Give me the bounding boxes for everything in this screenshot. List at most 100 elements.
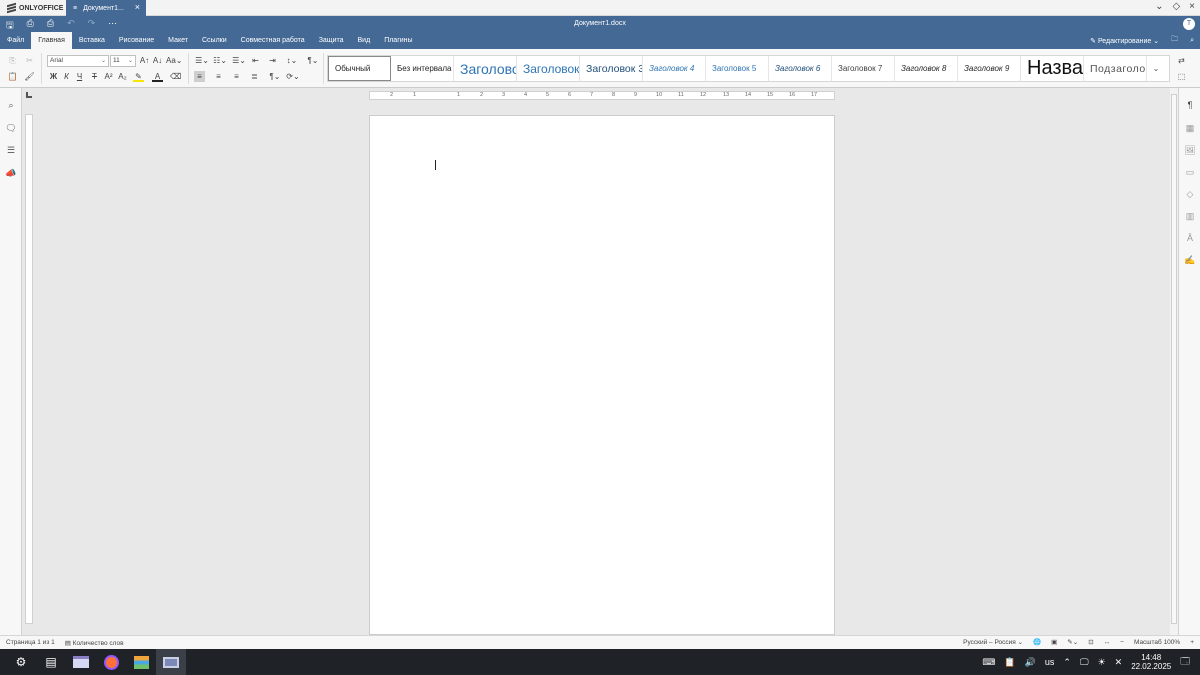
zoom-in-icon[interactable]: + bbox=[1190, 639, 1194, 646]
style-normal[interactable]: Обычный bbox=[328, 56, 391, 81]
paragraph-settings-icon[interactable]: ¶ bbox=[1184, 100, 1196, 112]
style-heading-1[interactable]: Заголовок 1 bbox=[454, 56, 517, 81]
style-heading-6[interactable]: Заголовок 6 bbox=[769, 56, 832, 81]
notifications-icon[interactable]: 🗔 bbox=[1180, 654, 1190, 670]
horizontal-ruler[interactable]: 2 1 1 2 3 4 5 6 7 8 9 10 11 12 13 14 15 16 17 bbox=[369, 91, 835, 100]
style-heading-9[interactable]: Заголовок 9 bbox=[958, 56, 1021, 81]
highlight-color-icon[interactable]: ✎ bbox=[133, 71, 144, 82]
keyboard-layout[interactable]: us bbox=[1045, 657, 1055, 667]
zoom-out-icon[interactable]: − bbox=[1120, 639, 1124, 646]
track-changes-icon[interactable]: ✎⌄ bbox=[1067, 638, 1078, 646]
show-desktop-icon[interactable]: ▤ bbox=[36, 649, 66, 675]
spellcheck-icon[interactable]: ▣ bbox=[1051, 638, 1057, 646]
strikethrough-icon[interactable]: Т bbox=[89, 71, 100, 82]
editing-mode-button[interactable]: ✎ Редактирование ⌄ bbox=[1090, 37, 1159, 45]
ribbon-tab[interactable]: Защита bbox=[312, 32, 351, 49]
onlyoffice-home-tab[interactable]: ONLYOFFICE bbox=[0, 0, 65, 16]
start-menu-icon[interactable]: ⚙ bbox=[6, 649, 36, 675]
fit-page-icon[interactable]: ⊡ bbox=[1088, 638, 1093, 646]
hamburger-icon[interactable]: ≡ bbox=[73, 5, 77, 12]
align-right-icon[interactable]: ≡ bbox=[231, 71, 242, 82]
close-tab-icon[interactable]: × bbox=[135, 2, 140, 12]
style-heading-7[interactable]: Заголовок 7 bbox=[832, 56, 895, 81]
close-window-icon[interactable]: × bbox=[1189, 1, 1195, 12]
ribbon-tab[interactable]: Совместная работа bbox=[234, 32, 312, 49]
onlyoffice-taskbar-icon[interactable] bbox=[156, 649, 186, 675]
document-page[interactable] bbox=[369, 115, 835, 635]
chart-settings-icon[interactable]: ▥ bbox=[1184, 211, 1196, 223]
navigation-icon[interactable]: ☰ bbox=[5, 145, 17, 157]
align-center-icon[interactable]: ≡ bbox=[213, 71, 224, 82]
keyboard-icon[interactable]: ⌨ bbox=[982, 657, 995, 668]
style-title[interactable]: Название bbox=[1021, 56, 1084, 81]
font-name-select[interactable]: Arial ⌄ bbox=[47, 55, 109, 67]
clipboard-icon[interactable]: 📋 bbox=[1004, 657, 1015, 668]
bullet-list-icon[interactable]: ☰⌄ bbox=[195, 55, 209, 66]
ribbon-tab[interactable]: Вид bbox=[351, 32, 378, 49]
comments-icon[interactable]: 🗨 bbox=[5, 123, 17, 135]
paste-icon[interactable]: 📋 bbox=[7, 71, 18, 82]
style-heading-8[interactable]: Заголовок 8 bbox=[895, 56, 958, 81]
select-all-icon[interactable]: ⬚ bbox=[1176, 71, 1187, 82]
vertical-ruler-track[interactable] bbox=[25, 114, 33, 624]
file-manager-icon[interactable] bbox=[66, 649, 96, 675]
style-heading-4[interactable]: Заголовок 4 bbox=[643, 56, 706, 81]
styles-more-icon[interactable]: ⌄ bbox=[1147, 56, 1165, 81]
ribbon-tab[interactable]: Плагины bbox=[377, 32, 419, 49]
subscript-icon[interactable]: A₂ bbox=[117, 71, 128, 82]
scrollbar-thumb[interactable] bbox=[1171, 94, 1177, 624]
image-settings-icon[interactable]: 🖼 bbox=[1184, 145, 1196, 157]
open-file-location-icon[interactable]: 🗀 bbox=[1171, 35, 1178, 46]
clock[interactable]: 14:48 22.02.2025 bbox=[1131, 653, 1171, 671]
underline-icon[interactable]: Ч bbox=[74, 71, 85, 82]
ribbon-tab[interactable]: Макет bbox=[161, 32, 195, 49]
superscript-icon[interactable]: A² bbox=[103, 71, 114, 82]
multilevel-list-icon[interactable]: ☰⌄ bbox=[231, 55, 247, 66]
numbered-list-icon[interactable]: ☷⌄ bbox=[213, 55, 227, 66]
increase-indent-icon[interactable]: ⇥ bbox=[267, 55, 278, 66]
zoom-level[interactable]: Масштаб 100% bbox=[1134, 639, 1180, 646]
volume-icon[interactable]: 🔊 bbox=[1025, 657, 1036, 668]
text-art-settings-icon[interactable]: Ā bbox=[1184, 233, 1196, 245]
copy-icon[interactable]: ⎘ bbox=[7, 55, 18, 66]
user-avatar[interactable]: Т bbox=[1183, 18, 1195, 30]
firefox-icon[interactable] bbox=[96, 649, 126, 675]
shape-settings-icon[interactable]: ◇ bbox=[1184, 189, 1196, 201]
style-heading-5[interactable]: Заголовок 5 bbox=[706, 56, 769, 81]
search-icon[interactable]: ⌕ bbox=[1190, 37, 1194, 45]
signature-settings-icon[interactable]: ✍ bbox=[1184, 255, 1196, 267]
ribbon-tab[interactable]: Главная bbox=[31, 32, 72, 49]
tab-stop-selector[interactable] bbox=[26, 92, 32, 98]
font-color-icon[interactable]: A bbox=[152, 71, 163, 82]
style-subtitle[interactable]: Подзаголовок bbox=[1084, 56, 1147, 81]
replace-icon[interactable]: ⇄ bbox=[1176, 55, 1187, 66]
paragraph-marks-icon[interactable]: ¶⌄ bbox=[268, 71, 282, 82]
document-language-icon[interactable]: 🌐 bbox=[1033, 638, 1041, 646]
restore-icon[interactable]: ◇ bbox=[1172, 1, 1180, 12]
ribbon-tab[interactable]: Файл bbox=[0, 32, 31, 49]
search-icon[interactable]: ⌕ bbox=[5, 100, 17, 112]
table-settings-icon[interactable]: ▦ bbox=[1184, 123, 1196, 135]
change-case-icon[interactable]: Aa⌄ bbox=[166, 55, 183, 66]
style-heading-3[interactable]: Заголовок 3 bbox=[580, 56, 643, 81]
minimize-icon[interactable]: ⌄ bbox=[1155, 1, 1163, 12]
layers-app-icon[interactable] bbox=[126, 649, 156, 675]
tray-expand-icon[interactable]: ⌃ bbox=[1063, 657, 1071, 668]
nonprinting-characters-icon[interactable]: ¶⌄ bbox=[305, 55, 321, 66]
word-count-button[interactable]: ▤ Количество слов bbox=[65, 639, 124, 647]
header-footer-settings-icon[interactable]: ▭ bbox=[1184, 167, 1196, 179]
ribbon-tab[interactable]: Вставка bbox=[72, 32, 112, 49]
cut-icon[interactable]: ✂ bbox=[24, 55, 35, 66]
language-select[interactable]: Русский – Россия ⌄ bbox=[963, 638, 1023, 646]
document-tab[interactable]: ≡ Документ1... × bbox=[66, 0, 146, 16]
page-info[interactable]: Страница 1 из 1 bbox=[6, 639, 55, 647]
bold-icon[interactable]: Ж bbox=[48, 71, 59, 82]
brightness-icon[interactable]: ☀ bbox=[1098, 657, 1106, 668]
fit-width-icon[interactable]: ↔ bbox=[1104, 639, 1111, 646]
line-spacing-icon[interactable]: ↕⌄ bbox=[285, 55, 299, 66]
increase-font-icon[interactable]: A↑ bbox=[139, 55, 150, 66]
clear-style-icon[interactable]: ⌫ bbox=[170, 71, 181, 82]
decrease-indent-icon[interactable]: ⇤ bbox=[250, 55, 261, 66]
justify-icon[interactable]: ≣ bbox=[249, 71, 260, 82]
align-left-icon[interactable]: ≡ bbox=[194, 71, 205, 82]
